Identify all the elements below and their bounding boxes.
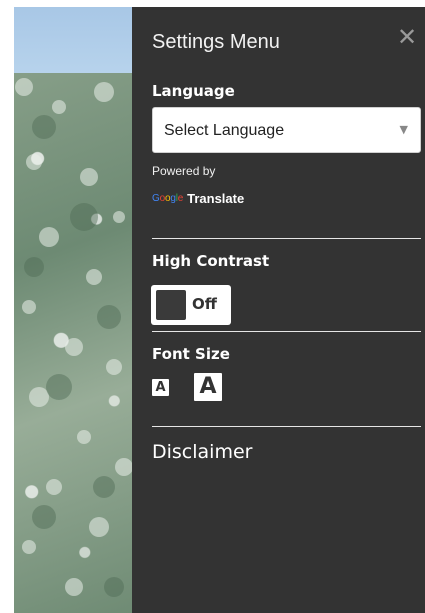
- language-heading: Language: [152, 82, 235, 100]
- high-contrast-heading: High Contrast: [152, 252, 270, 270]
- small-a-icon: A: [155, 380, 166, 395]
- google-letter: e: [177, 193, 184, 204]
- font-increase-button[interactable]: A: [194, 373, 222, 401]
- toggle-knob: [156, 290, 186, 320]
- powered-by-text: Powered by: [152, 164, 216, 178]
- page: Settings Menu ✕ Language Select Language…: [0, 0, 425, 613]
- disclaimer-link[interactable]: Disclaimer: [152, 441, 252, 463]
- settings-panel: Settings Menu ✕ Language Select Language…: [132, 7, 425, 613]
- close-button[interactable]: ✕: [395, 25, 419, 49]
- large-a-icon: A: [199, 374, 217, 399]
- background-foliage: [15, 78, 132, 597]
- high-contrast-toggle[interactable]: Off: [151, 285, 231, 325]
- google-translate-link[interactable]: Google Translate: [152, 191, 244, 206]
- close-icon: ✕: [396, 23, 418, 51]
- panel-title: Settings Menu: [152, 31, 280, 53]
- google-letter: G: [152, 193, 160, 204]
- caret-down-icon: ▼: [399, 123, 408, 136]
- divider: [152, 426, 421, 427]
- background-photo: [14, 7, 132, 613]
- language-select-value: Select Language: [164, 122, 285, 139]
- font-size-heading: Font Size: [152, 345, 230, 363]
- google-logo: Google: [152, 193, 183, 204]
- language-select[interactable]: Select Language ▼: [152, 107, 421, 153]
- divider: [152, 238, 421, 239]
- toggle-state-label: Off: [192, 295, 217, 313]
- background-sky: [14, 7, 132, 73]
- translate-label: Translate: [187, 191, 245, 206]
- divider: [152, 331, 421, 332]
- font-decrease-button[interactable]: A: [152, 379, 169, 396]
